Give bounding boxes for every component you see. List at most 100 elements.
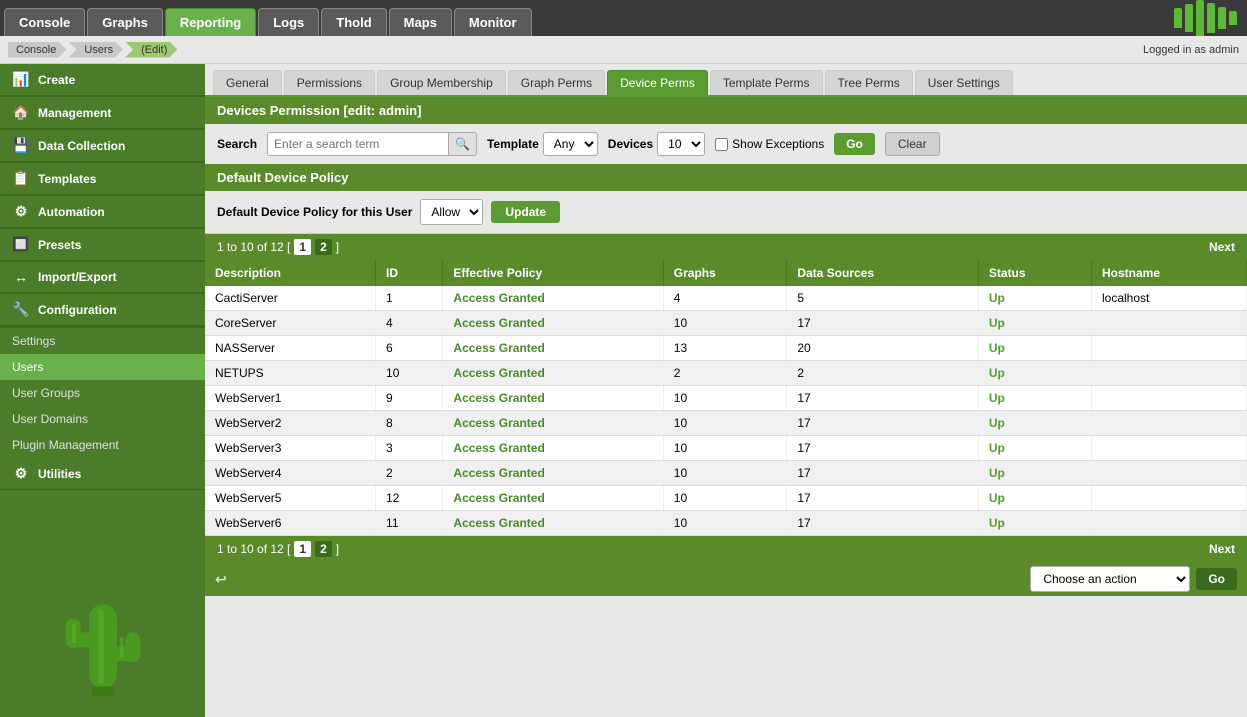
data collection-icon: 💾 xyxy=(12,137,30,154)
cell-id: 12 xyxy=(376,486,443,511)
cell-effective-policy[interactable]: Access Granted xyxy=(443,461,663,486)
breadcrumb: ConsoleUsers(Edit) xyxy=(8,42,177,58)
cell-effective-policy[interactable]: Access Granted xyxy=(443,311,663,336)
cell-status: Up xyxy=(978,361,1091,386)
tab-permissions[interactable]: Permissions xyxy=(284,70,375,95)
automation-label: Automation xyxy=(38,205,105,219)
logo-stripe-1 xyxy=(1174,8,1182,28)
cell-description: WebServer3 xyxy=(205,436,376,461)
cell-effective-policy[interactable]: Access Granted xyxy=(443,436,663,461)
sidebar-item-configuration[interactable]: 🔧Configuration xyxy=(0,294,205,326)
tab-general[interactable]: General xyxy=(213,70,282,95)
top-nav-tab-thold[interactable]: Thold xyxy=(321,8,386,36)
table-row: CoreServer4Access Granted1017Up xyxy=(205,311,1247,336)
sidebar-plain-users[interactable]: Users xyxy=(0,354,205,380)
sidebar-item-create[interactable]: 📊Create xyxy=(0,64,205,96)
cell-hostname xyxy=(1092,386,1247,411)
policy-select[interactable]: Allow Deny xyxy=(421,200,482,224)
cell-id: 10 xyxy=(376,361,443,386)
table-row: CactiServer1Access Granted45Uplocalhost xyxy=(205,286,1247,311)
sidebar-item-presets[interactable]: 🔲Presets xyxy=(0,229,205,261)
action-go-button[interactable]: Go xyxy=(1196,568,1237,590)
cell-effective-policy[interactable]: Access Granted xyxy=(443,286,663,311)
clear-button[interactable]: Clear xyxy=(885,132,940,156)
cell-status: Up xyxy=(978,411,1091,436)
search-bar: Search 🔍 Template Any Devices 10 25 xyxy=(205,124,1247,164)
search-input[interactable] xyxy=(268,133,448,155)
cell-hostname xyxy=(1092,311,1247,336)
page-1-top[interactable]: 1 xyxy=(294,239,311,255)
table-row: WebServer512Access Granted1017Up xyxy=(205,486,1247,511)
pagination-text-bottom: 1 to 10 of 12 [ xyxy=(217,542,290,556)
cell-description: WebServer2 xyxy=(205,411,376,436)
cell-graphs: 10 xyxy=(663,411,787,436)
cell-graphs: 4 xyxy=(663,286,787,311)
next-button-bottom[interactable]: Next xyxy=(1209,542,1235,556)
sidebar-item-data-collection[interactable]: 💾 Data Collection xyxy=(0,130,205,162)
cell-effective-policy[interactable]: Access Granted xyxy=(443,386,663,411)
top-nav-tab-monitor[interactable]: Monitor xyxy=(454,8,532,36)
sidebar-item-import/export[interactable]: ↔Import/Export xyxy=(0,262,205,293)
breadcrumb-item-edit[interactable]: (Edit) xyxy=(125,42,177,58)
sidebar-item-automation[interactable]: ⚙Automation xyxy=(0,196,205,228)
show-exceptions-checkbox[interactable] xyxy=(715,138,728,151)
cell-effective-policy[interactable]: Access Granted xyxy=(443,361,663,386)
logo-stripe-6 xyxy=(1229,11,1237,25)
sidebar-item-management[interactable]: 🏠Management xyxy=(0,97,205,129)
sidebar-plain-settings[interactable]: Settings xyxy=(0,328,205,354)
tab-template-perms[interactable]: Template Perms xyxy=(710,70,823,95)
tabs-bar: GeneralPermissionsGroup MembershipGraph … xyxy=(205,64,1247,97)
cell-status: Up xyxy=(978,336,1091,361)
templates-label: Templates xyxy=(38,172,96,186)
update-button[interactable]: Update xyxy=(491,201,560,223)
top-nav-tab-graphs[interactable]: Graphs xyxy=(87,8,163,36)
cell-effective-policy[interactable]: Access Granted xyxy=(443,336,663,361)
content-area: GeneralPermissionsGroup MembershipGraph … xyxy=(205,64,1247,717)
next-button-top[interactable]: Next xyxy=(1209,240,1235,254)
breadcrumb-item-console[interactable]: Console xyxy=(8,42,66,58)
logo-stripe-5 xyxy=(1218,7,1226,29)
tab-tree-perms[interactable]: Tree Perms xyxy=(825,70,913,95)
page-2-bottom[interactable]: 2 xyxy=(315,541,332,557)
cell-description: CoreServer xyxy=(205,311,376,336)
cell-effective-policy[interactable]: Access Granted xyxy=(443,511,663,536)
data collection-label: Data Collection xyxy=(38,139,125,153)
search-icon-button[interactable]: 🔍 xyxy=(448,133,476,155)
top-nav-tab-maps[interactable]: Maps xyxy=(389,8,452,36)
cell-id: 3 xyxy=(376,436,443,461)
breadcrumb-item-users[interactable]: Users xyxy=(68,42,123,58)
table-row: NETUPS10Access Granted22Up xyxy=(205,361,1247,386)
tab-user-settings[interactable]: User Settings xyxy=(915,70,1013,95)
cell-graphs: 10 xyxy=(663,461,787,486)
search-label: Search xyxy=(217,137,257,151)
bottom-pagination: 1 to 10 of 12 [ 1 2 ] Next xyxy=(205,536,1247,562)
sidebar-plain-plugin-management[interactable]: Plugin Management xyxy=(0,432,205,458)
sidebar-item-utilities[interactable]: ⚙ Utilities xyxy=(0,458,205,490)
cell-status: Up xyxy=(978,286,1091,311)
create-icon: 📊 xyxy=(12,71,30,88)
sidebar-item-templates[interactable]: 📋Templates xyxy=(0,163,205,195)
col-id: ID xyxy=(376,260,443,286)
presets-icon: 🔲 xyxy=(12,236,30,253)
page-2-top[interactable]: 2 xyxy=(315,239,332,255)
top-nav-tab-reporting[interactable]: Reporting xyxy=(165,8,256,36)
action-select[interactable]: Choose an action xyxy=(1030,566,1190,592)
cell-data-sources: 17 xyxy=(787,411,979,436)
tab-group-membership[interactable]: Group Membership xyxy=(377,70,506,95)
sidebar-plain-user-groups[interactable]: User Groups xyxy=(0,380,205,406)
go-button[interactable]: Go xyxy=(834,133,875,155)
template-select[interactable]: Any xyxy=(543,132,598,156)
tab-graph-perms[interactable]: Graph Perms xyxy=(508,70,605,95)
cell-graphs: 13 xyxy=(663,336,787,361)
devices-select[interactable]: 10 25 xyxy=(657,132,705,156)
sidebar-plain-user-domains[interactable]: User Domains xyxy=(0,406,205,432)
cell-hostname xyxy=(1092,436,1247,461)
top-nav-tab-logs[interactable]: Logs xyxy=(258,8,319,36)
tab-device-perms[interactable]: Device Perms xyxy=(607,70,708,95)
top-nav-tab-console[interactable]: Console xyxy=(4,8,85,36)
page-1-bottom[interactable]: 1 xyxy=(294,541,311,557)
cell-id: 8 xyxy=(376,411,443,436)
cell-effective-policy[interactable]: Access Granted xyxy=(443,486,663,511)
cell-hostname xyxy=(1092,511,1247,536)
cell-effective-policy[interactable]: Access Granted xyxy=(443,411,663,436)
